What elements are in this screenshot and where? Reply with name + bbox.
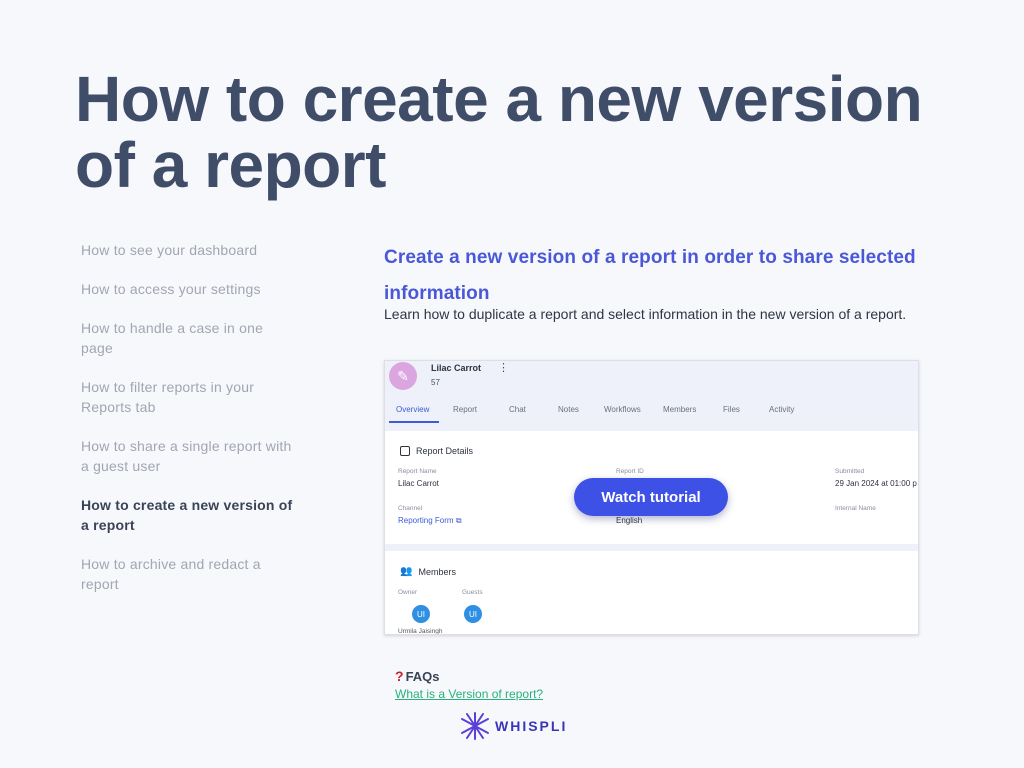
video-tab-members: Members <box>663 405 697 414</box>
video-owner-name: Urmila Jaisingh <box>398 628 443 635</box>
video-field-label: Channel <box>398 505 423 512</box>
video-field-label: Internal Name <box>835 505 876 512</box>
content-description: Learn how to duplicate a report and sele… <box>384 306 907 322</box>
video-report-name: Lilac Carrot <box>431 363 482 373</box>
sidebar-item-settings[interactable]: How to access your settings <box>81 279 296 299</box>
kebab-menu-icon: ⋮ <box>498 362 509 374</box>
video-tab-report: Report <box>453 405 478 414</box>
video-members-title: 👥 Members <box>400 566 456 577</box>
video-channel-text: Reporting Form <box>398 516 454 525</box>
video-tab-workflows: Workflows <box>604 405 641 414</box>
question-mark-icon: ? <box>395 668 404 684</box>
members-icon: 👥 <box>400 566 413 577</box>
sidebar-item-filter-reports[interactable]: How to filter reports in your Reports ta… <box>81 377 296 417</box>
page-title: How to create a new version of a report <box>75 63 923 201</box>
video-tabs: Overview Report Chat Notes Workflows Mem… <box>385 399 918 423</box>
faq-section: ? FAQs What is a Version of report? <box>395 668 543 701</box>
sidebar-item-archive-redact[interactable]: How to archive and redact a report <box>81 554 296 594</box>
report-details-icon <box>400 446 410 456</box>
video-report-number: 57 <box>431 378 440 387</box>
video-details-label: Report Details <box>416 446 474 456</box>
watch-tutorial-button[interactable]: Watch tutorial <box>574 478 728 516</box>
whispli-logo: WHISPLI <box>459 711 567 741</box>
video-divider <box>385 544 918 551</box>
whispli-star-icon <box>461 712 489 740</box>
video-field-label: Report Name <box>398 468 437 475</box>
video-field-value: 29 Jan 2024 at 01:00 p <box>835 479 917 488</box>
video-tab-notes: Notes <box>558 405 579 414</box>
article-sidebar: How to see your dashboard How to access … <box>81 240 296 613</box>
video-report-header: ✎ Lilac Carrot 57 ⋮ Overview Report Chat… <box>385 361 918 431</box>
video-owner-label: Owner <box>398 589 418 596</box>
video-field-label: Submitted <box>835 468 865 475</box>
video-tab-overview: Overview <box>396 405 430 414</box>
pencil-icon: ✎ <box>389 362 417 390</box>
video-tab-chat: Chat <box>509 405 526 414</box>
sidebar-item-new-version[interactable]: How to create a new version of a report <box>81 495 296 535</box>
video-details-title: Report Details <box>400 446 473 456</box>
video-guests-label: Guests <box>462 589 483 596</box>
faq-title: ? FAQs <box>395 668 543 684</box>
sidebar-item-dashboard[interactable]: How to see your dashboard <box>81 240 296 260</box>
whispli-logo-text: WHISPLI <box>495 718 568 734</box>
video-channel-link: Reporting Form ⧉ <box>398 516 462 526</box>
article-content: Create a new version of a report in orde… <box>384 240 924 323</box>
faq-link-version[interactable]: What is a Version of report? <box>395 687 543 701</box>
video-tab-activity: Activity <box>769 405 795 414</box>
faq-title-text: FAQs <box>405 668 440 684</box>
content-heading: Create a new version of a report in orde… <box>384 247 916 304</box>
owner-avatar: UI <box>410 603 432 625</box>
video-tab-indicator <box>389 421 439 423</box>
external-link-icon: ⧉ <box>455 516 462 525</box>
sidebar-item-share-report[interactable]: How to share a single report with a gues… <box>81 436 296 476</box>
sidebar-item-handle-case[interactable]: How to handle a case in one page <box>81 318 296 358</box>
video-field-label: Report ID <box>616 468 644 475</box>
video-field-value: English <box>616 516 643 525</box>
guest-avatar: UI <box>462 603 484 625</box>
video-tab-files: Files <box>723 405 740 414</box>
video-field-value: Lilac Carrot <box>398 479 439 488</box>
video-members-label: Members <box>418 566 456 577</box>
